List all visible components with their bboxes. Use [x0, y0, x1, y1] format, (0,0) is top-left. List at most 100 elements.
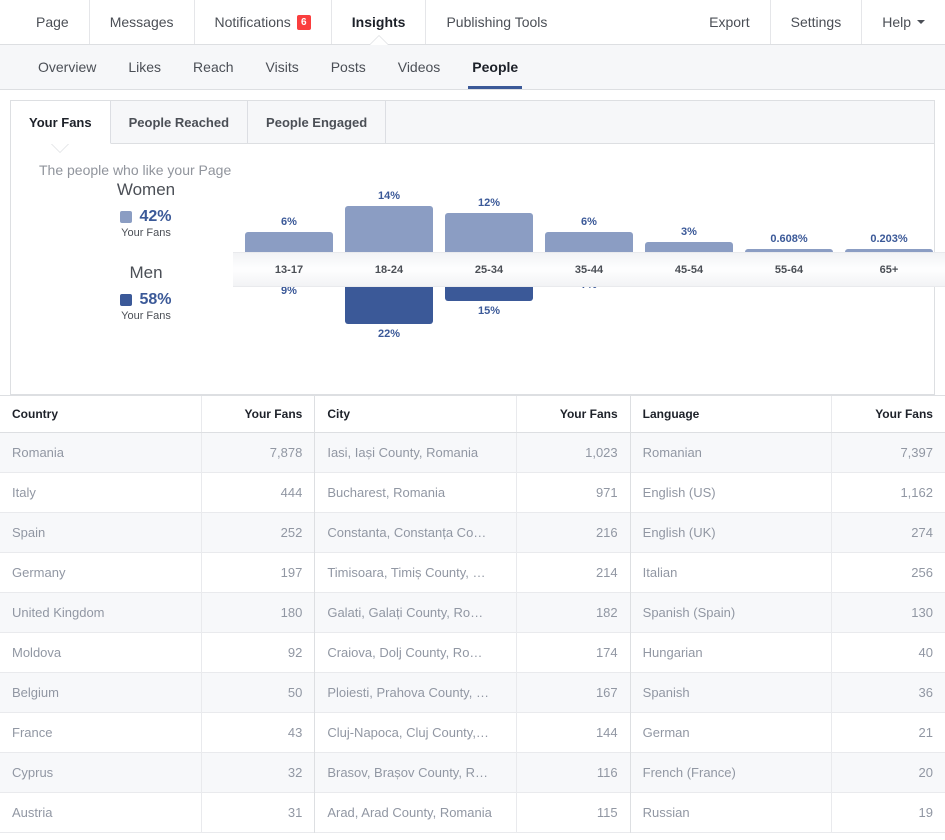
table-row[interactable]: Bucharest, Romania 971: [315, 472, 630, 513]
legend-row-women: 42%: [71, 208, 221, 226]
row-label: Cyprus: [0, 752, 202, 793]
women-half: 0.203%: [839, 162, 939, 252]
table-row[interactable]: Romanian 7,397: [630, 432, 945, 473]
table-header-row: City Your Fans: [315, 396, 630, 433]
table-row[interactable]: Belgium 50: [0, 672, 315, 713]
row-value: 216: [516, 512, 630, 553]
table-row[interactable]: Brasov, Brașov County, R… 116: [315, 752, 630, 793]
row-label: Germany: [0, 552, 202, 593]
top-nav-label: Notifications: [214, 14, 291, 30]
insights-tab-posts[interactable]: Posts: [315, 45, 382, 89]
table-row[interactable]: English (US) 1,162: [630, 472, 945, 513]
table-row[interactable]: Constanta, Constanța Co… 216: [315, 512, 630, 553]
row-label: Romanian: [630, 432, 833, 473]
table-row[interactable]: German 21: [630, 712, 945, 753]
age-bracket-label-65+: 65+: [879, 263, 899, 276]
insights-tab-videos[interactable]: Videos: [382, 45, 457, 89]
row-value: 92: [201, 632, 315, 673]
row-value: 197: [201, 552, 315, 593]
row-value: 7,878: [201, 432, 315, 473]
row-label: United Kingdom: [0, 592, 202, 633]
row-label: Arad, Arad County, Romania: [315, 792, 517, 833]
fans-tab-your-fans[interactable]: Your Fans: [11, 101, 111, 144]
top-nav-item-settings[interactable]: Settings: [771, 0, 863, 44]
top-nav-left-group: Page Messages Notifications 6 Insights Publis…: [16, 0, 567, 44]
table-row[interactable]: France 43: [0, 712, 315, 753]
insights-tab-reach[interactable]: Reach: [177, 45, 249, 89]
table-row[interactable]: Spanish 36: [630, 672, 945, 713]
row-label: Constanta, Constanța Co…: [315, 512, 517, 553]
table-row[interactable]: Iasi, Iași County, Romania 1,023: [315, 432, 630, 473]
top-nav-label: Settings: [790, 14, 842, 30]
color-swatch-women-icon: [120, 211, 133, 223]
women-bar[interactable]: [445, 213, 533, 252]
table-row[interactable]: French (France) 20: [630, 752, 945, 793]
top-nav-item-page[interactable]: Page: [16, 0, 90, 44]
row-label: Spain: [0, 512, 202, 553]
women-bar[interactable]: [545, 232, 633, 252]
top-nav-item-insights[interactable]: Insights: [332, 0, 427, 44]
row-label: Bucharest, Romania: [315, 472, 517, 513]
insights-tab-likes[interactable]: Likes: [112, 45, 177, 89]
table-row[interactable]: United Kingdom 180: [0, 592, 315, 633]
row-value: 444: [201, 472, 315, 513]
top-nav-item-export[interactable]: Export: [689, 0, 771, 44]
women-bar[interactable]: [245, 232, 333, 252]
table-row[interactable]: Austria 31: [0, 792, 315, 833]
column-header-label[interactable]: Language: [630, 396, 833, 433]
top-nav-item-messages[interactable]: Messages: [90, 0, 195, 44]
top-nav-label: Publishing Tools: [446, 14, 548, 30]
row-value: 50: [201, 672, 315, 713]
table-row[interactable]: Ploiesti, Prahova County, … 167: [315, 672, 630, 713]
top-nav-item-notifications[interactable]: Notifications 6: [195, 0, 332, 44]
table-row[interactable]: Italian 256: [630, 552, 945, 593]
table-row[interactable]: Russian 19: [630, 792, 945, 833]
women-bar[interactable]: [345, 206, 433, 252]
table-row[interactable]: Arad, Arad County, Romania 115: [315, 792, 630, 833]
table-row[interactable]: Timisoara, Timiș County, … 214: [315, 552, 630, 593]
top-nav-item-help[interactable]: Help: [862, 0, 945, 44]
column-header-your-fans[interactable]: Your Fans: [831, 396, 945, 433]
row-label: Spanish: [630, 672, 833, 713]
women-value-label: 14%: [377, 190, 401, 202]
men-value-label: 15%: [477, 305, 501, 317]
women-value-label: 6%: [281, 216, 297, 228]
table-row[interactable]: Hungarian 40: [630, 632, 945, 673]
fans-tab-people-engaged[interactable]: People Engaged: [248, 101, 387, 143]
column-header-your-fans[interactable]: Your Fans: [516, 396, 630, 433]
row-value: 20: [831, 752, 945, 793]
column-header-your-fans[interactable]: Your Fans: [201, 396, 315, 433]
row-value: 144: [516, 712, 630, 753]
table-row[interactable]: Craiova, Dolj County, Ro… 174: [315, 632, 630, 673]
column-header-label[interactable]: City: [315, 396, 517, 433]
table-row[interactable]: English (UK) 274: [630, 512, 945, 553]
demographics-panel: The people who like your Page Women 42% …: [11, 144, 945, 394]
table-row[interactable]: Spanish (Spain) 130: [630, 592, 945, 633]
row-value: 174: [516, 632, 630, 673]
row-label: Moldova: [0, 632, 202, 673]
column-header-label[interactable]: Country: [0, 396, 202, 433]
insights-tab-people[interactable]: People: [456, 45, 534, 89]
table-row[interactable]: Spain 252: [0, 512, 315, 553]
insights-tab-visits[interactable]: Visits: [250, 45, 315, 89]
top-nav-item-publishing-tools[interactable]: Publishing Tools: [426, 0, 567, 44]
table-row[interactable]: Romania 7,878: [0, 432, 315, 473]
fans-tab-people-reached[interactable]: People Reached: [111, 101, 249, 143]
table-row[interactable]: Italy 444: [0, 472, 315, 513]
insights-tab-overview[interactable]: Overview: [22, 45, 112, 89]
legend-row-men: 58%: [71, 291, 221, 309]
table-row[interactable]: Cluj-Napoca, Cluj County,… 144: [315, 712, 630, 753]
row-label: Craiova, Dolj County, Ro…: [315, 632, 517, 673]
row-value: 971: [516, 472, 630, 513]
row-value: 32: [201, 752, 315, 793]
women-bar[interactable]: [645, 242, 733, 252]
row-value: 40: [831, 632, 945, 673]
table-row[interactable]: Galati, Galați County, Ro… 182: [315, 592, 630, 633]
row-value: 1,023: [516, 432, 630, 473]
women-value-label: 0.203%: [870, 233, 908, 245]
demographic-tables: Country Your Fans Romania 7,878 Italy 444 Spai…: [0, 395, 945, 833]
table-row[interactable]: Cyprus 32: [0, 752, 315, 793]
table-row[interactable]: Moldova 92: [0, 632, 315, 673]
row-label: English (US): [630, 472, 833, 513]
table-row[interactable]: Germany 197: [0, 552, 315, 593]
